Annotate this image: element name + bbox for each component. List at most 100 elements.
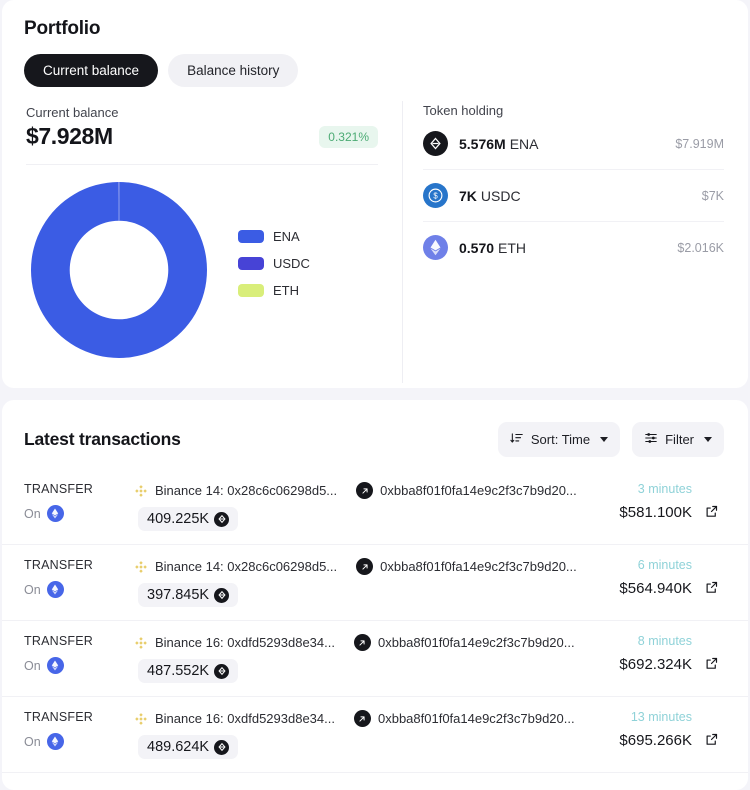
svg-text:$: $ xyxy=(433,192,438,201)
open-external-icon[interactable] xyxy=(704,505,719,523)
address-line: Binance 14: 0x28c6c06298d5... 0xbba8f01f… xyxy=(134,558,577,575)
token-symbol: USDC xyxy=(480,187,521,204)
current-balance-label: Current balance xyxy=(26,105,119,120)
on-label: On xyxy=(24,734,41,749)
ena-token-icon xyxy=(214,587,230,603)
from-address[interactable]: Binance 14: 0x28c6c06298d5... xyxy=(155,483,337,498)
transaction-usd-value: $581.100K xyxy=(619,504,692,521)
token-row-eth[interactable]: 0.570 ETH $2.016K xyxy=(423,222,724,273)
ethereum-chain-icon xyxy=(46,657,64,674)
open-transaction-link[interactable] xyxy=(704,634,724,676)
from-address[interactable]: Binance 16: 0xdfd5293d8e34... xyxy=(155,711,335,726)
allocation-donut-chart xyxy=(26,177,216,362)
legend-swatch-usdc xyxy=(238,257,264,270)
to-address[interactable]: 0xbba8f01f0fa14e9c2f3c7b9d20... xyxy=(380,483,577,498)
legend-swatch-ena xyxy=(238,230,264,243)
transaction-amount: 487.552K xyxy=(147,663,210,679)
portfolio-page: Portfolio Current balance Balance histor… xyxy=(0,0,750,790)
transaction-type-cell: TRANSFER On xyxy=(24,482,134,522)
token-row-usdc[interactable]: $ 7K USDC $7K xyxy=(423,170,724,222)
transaction-usd-value: $695.266K xyxy=(619,732,692,749)
transaction-detail-cell: Binance 14: 0x28c6c06298d5... 0xbba8f01f… xyxy=(134,482,577,531)
legend-item-eth: ETH xyxy=(238,283,310,298)
address-line: Binance 16: 0xdfd5293d8e34... 0xbba8f01f… xyxy=(134,634,575,651)
chevron-down-icon xyxy=(704,437,712,442)
transaction-detail-cell: Binance 16: 0xdfd5293d8e34... 0xbba8f01f… xyxy=(134,634,575,683)
transaction-amount: 489.624K xyxy=(147,739,210,755)
to-address[interactable]: 0xbba8f01f0fa14e9c2f3c7b9d20... xyxy=(378,711,575,726)
token-symbol: ETH xyxy=(498,239,527,256)
ena-token-icon xyxy=(214,511,230,527)
from-address[interactable]: Binance 16: 0xdfd5293d8e34... xyxy=(155,635,335,650)
transaction-usd-value: $692.324K xyxy=(619,656,692,673)
eth-token-icon xyxy=(423,235,448,260)
sort-button[interactable]: Sort: Time xyxy=(497,422,621,457)
table-row[interactable]: TRANSFER On Binance 14: 0x28c6c06298d5..… xyxy=(2,469,748,545)
transaction-time: 13 minutes xyxy=(630,710,692,724)
arrow-direction-icon xyxy=(356,558,374,575)
chart-legend: ENA USDC ETH xyxy=(238,229,310,310)
transaction-amount: 397.845K xyxy=(147,587,210,603)
open-external-icon[interactable] xyxy=(704,733,719,751)
transaction-type: TRANSFER xyxy=(24,710,93,724)
binance-icon xyxy=(135,636,147,649)
from-address[interactable]: Binance 14: 0x28c6c06298d5... xyxy=(155,559,337,574)
transaction-amount: 409.225K xyxy=(147,511,210,527)
open-transaction-link[interactable] xyxy=(704,482,724,524)
binance-icon xyxy=(135,712,147,725)
transaction-time: 6 minutes xyxy=(637,558,692,572)
token-row-ena[interactable]: 5.576M ENA $7.919M xyxy=(423,118,724,170)
transaction-chain: On xyxy=(24,733,134,750)
address-line: Binance 16: 0xdfd5293d8e34... 0xbba8f01f… xyxy=(134,710,575,727)
transaction-type-cell: TRANSFER On xyxy=(24,710,134,750)
legend-swatch-eth xyxy=(238,284,264,297)
arrow-direction-icon xyxy=(353,634,371,651)
table-row[interactable]: TRANSFER On Binance 16: 0xdfd5293d8e34..… xyxy=(2,621,748,697)
open-transaction-link[interactable] xyxy=(704,710,724,752)
chevron-down-icon xyxy=(600,437,609,442)
token-holding-title: Token holding xyxy=(423,103,504,118)
transaction-chain: On xyxy=(24,657,134,674)
transaction-value-cell: 6 minutes $564.940K xyxy=(566,558,696,597)
transactions-list: TRANSFER On Binance 14: 0x28c6c06298d5..… xyxy=(2,469,748,773)
to-address[interactable]: 0xbba8f01f0fa14e9c2f3c7b9d20... xyxy=(378,635,575,650)
tab-current-balance[interactable]: Current balance xyxy=(24,54,159,87)
open-external-icon[interactable] xyxy=(704,581,719,599)
filter-label: Filter xyxy=(665,432,694,447)
transaction-type: TRANSFER xyxy=(24,558,93,572)
token-symbol: ENA xyxy=(509,135,539,152)
to-address[interactable]: 0xbba8f01f0fa14e9c2f3c7b9d20... xyxy=(380,559,577,574)
binance-icon xyxy=(135,560,147,573)
token-amount: 7K xyxy=(459,187,477,204)
sort-icon xyxy=(510,431,524,448)
transactions-header: Latest transactions Sort: Time Filter xyxy=(2,400,748,457)
amount-pill: 487.552K xyxy=(138,659,239,683)
transaction-type: TRANSFER xyxy=(24,634,93,648)
filter-icon xyxy=(644,431,658,448)
tab-balance-history[interactable]: Balance history xyxy=(168,54,299,87)
ethereum-chain-icon xyxy=(46,581,64,598)
token-amount: 5.576M xyxy=(459,135,506,152)
portfolio-body: Current balance $7.928M 0.321% ENA USDC … xyxy=(2,101,748,383)
portfolio-header: Portfolio Current balance Balance histor… xyxy=(2,0,748,87)
open-transaction-link[interactable] xyxy=(704,558,724,600)
transaction-time: 8 minutes xyxy=(637,634,692,648)
token-amount: 0.570 xyxy=(459,239,495,256)
transaction-value-cell: 13 minutes $695.266K xyxy=(566,710,696,749)
table-row[interactable]: TRANSFER On Binance 14: 0x28c6c06298d5..… xyxy=(2,545,748,621)
token-usd-value: $7.919M xyxy=(675,136,724,151)
allocation-chart-area: ENA USDC ETH xyxy=(26,177,378,362)
token-usd-value: $7K xyxy=(701,188,724,203)
arrow-direction-icon xyxy=(353,710,371,727)
arrow-direction-icon xyxy=(356,482,374,499)
filter-button[interactable]: Filter xyxy=(632,422,724,457)
balance-summary-row: $7.928M 0.321% xyxy=(26,123,378,165)
table-row[interactable]: TRANSFER On Binance 16: 0xdfd5293d8e34..… xyxy=(2,697,748,773)
balance-panel: Current balance $7.928M 0.321% ENA USDC … xyxy=(2,101,402,383)
token-usd-value: $2.016K xyxy=(677,240,724,255)
transaction-time: 3 minutes xyxy=(637,482,692,496)
legend-item-ena: ENA xyxy=(238,229,310,244)
ena-token-icon xyxy=(423,131,448,156)
transaction-detail-cell: Binance 14: 0x28c6c06298d5... 0xbba8f01f… xyxy=(134,558,577,607)
open-external-icon[interactable] xyxy=(704,657,719,675)
